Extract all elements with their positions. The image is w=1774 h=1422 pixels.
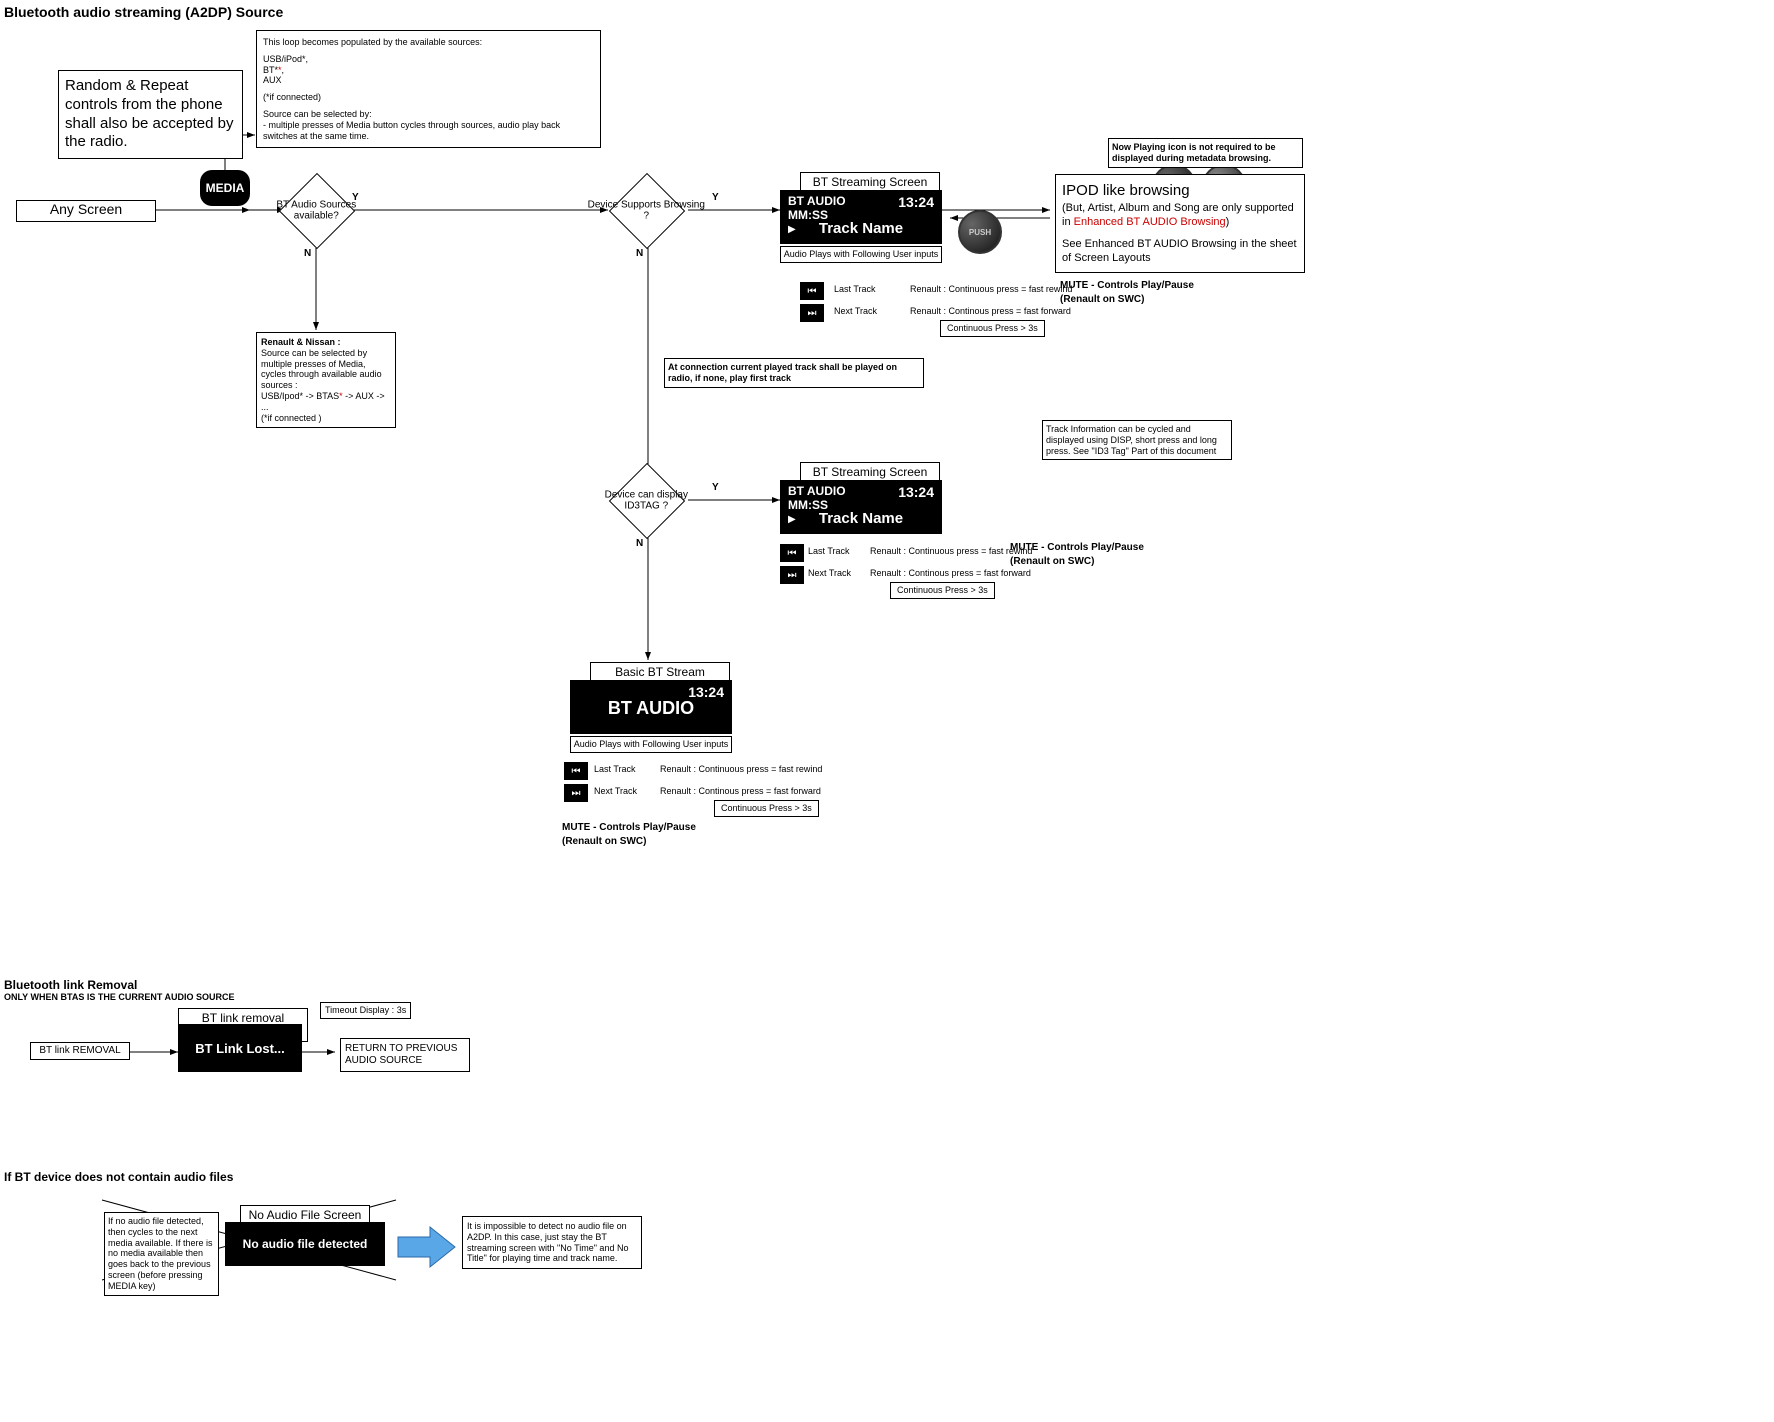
note-track-info: Track Information can be cycled and disp…: [1042, 420, 1232, 460]
label-y: Y: [712, 482, 719, 494]
text: BT AUDIO: [578, 698, 724, 719]
next-track-icon[interactable]: ⏭: [800, 304, 824, 322]
note-connection: At connection current played track shall…: [664, 358, 924, 388]
clock: 13:24: [898, 484, 934, 500]
label-last-track: Last Track: [834, 284, 876, 295]
text: Track Name: [788, 510, 934, 527]
note-renault-nissan: Renault & Nissan : Source can be selecte…: [256, 332, 396, 428]
no-audio-title: If BT device does not contain audio file…: [4, 1170, 233, 1184]
note-random-repeat: Random & Repeat controls from the phone …: [58, 70, 243, 159]
text: (But, Artist, Album and Song are only su…: [1062, 201, 1298, 215]
removal-sub: ONLY WHEN BTAS IS THE CURRENT AUDIO SOUR…: [4, 992, 235, 1003]
no-audio-screen: No audio file detected: [225, 1222, 385, 1266]
label-next-track: Next Track: [834, 306, 877, 317]
prev-track-icon[interactable]: ⏮: [800, 282, 824, 300]
label-last-track: Last Track: [808, 546, 850, 557]
mute-note-sub: (Renault on SWC): [1010, 556, 1094, 568]
prev-track-icon[interactable]: ⏮: [564, 762, 588, 780]
label-next-track: Next Track: [594, 786, 637, 797]
text: See Enhanced BT AUDIO Browsing in the sh…: [1062, 237, 1298, 266]
text: (*if connected): [263, 92, 594, 103]
audio-plays-note: Audio Plays with Following User inputs: [780, 246, 942, 263]
text: Renault : Continuous press = fast rewind: [910, 284, 1072, 295]
mute-note: MUTE - Controls Play/Pause: [562, 822, 696, 834]
decision-browse: Device Supports Browsing ?: [609, 173, 685, 249]
label-last-track: Last Track: [594, 764, 636, 775]
text: USB/Ipod* -> BTAS* -> AUX -> ...: [261, 391, 391, 413]
decision-bt-audio: BT Audio Sources available?: [279, 173, 355, 249]
node-any-screen: Any Screen: [16, 200, 156, 222]
text: USB/iPod*,: [263, 54, 594, 65]
text: (*if connected ): [261, 413, 391, 424]
note-cont-press: Continuous Press > 3s: [940, 320, 1045, 337]
push-button-icon[interactable]: PUSH: [958, 210, 1002, 254]
label-n: N: [304, 248, 311, 260]
mute-note: MUTE - Controls Play/Pause: [1010, 542, 1144, 554]
clock: 13:24: [898, 194, 934, 210]
text: Renault : Continuous press = fast rewind: [870, 546, 1032, 557]
timeout-note: Timeout Display : 3s: [320, 1002, 411, 1019]
text: Renault & Nissan :: [261, 337, 391, 348]
text: This loop becomes populated by the avail…: [263, 37, 594, 48]
text: Renault : Continous press = fast forward: [660, 786, 821, 797]
clock: 13:24: [688, 684, 724, 700]
label-y: Y: [352, 192, 359, 204]
note-cont-press: Continuous Press > 3s: [890, 582, 995, 599]
label-next-track: Next Track: [808, 568, 851, 579]
media-button[interactable]: MEDIA: [200, 170, 250, 206]
text: AUX: [263, 75, 594, 86]
removal-title: Bluetooth link Removal: [4, 978, 137, 992]
mute-note-sub: (Renault on SWC): [1060, 294, 1144, 306]
decision-label: Device Supports Browsing ?: [586, 199, 706, 221]
node-return-prev: RETURN TO PREVIOUS AUDIO SOURCE: [340, 1038, 470, 1072]
note-now-playing: Now Playing icon is not required to be d…: [1108, 138, 1303, 168]
label-n: N: [636, 248, 643, 260]
next-track-icon[interactable]: ⏭: [564, 784, 588, 802]
text: Source can be selected by:: [263, 109, 594, 120]
next-track-icon[interactable]: ⏭: [780, 566, 804, 584]
removal-screen: BT Link Lost...: [178, 1024, 302, 1072]
text: Renault : Continous press = fast forward: [870, 568, 1031, 579]
ipod-title: IPOD like browsing: [1062, 181, 1298, 201]
decision-label: Device can display ID3TAG ?: [586, 489, 706, 511]
text: Source can be selected by multiple press…: [261, 348, 391, 391]
text: Renault : Continous press = fast forward: [910, 306, 1071, 317]
label-n: N: [636, 538, 643, 550]
mute-note-sub: (Renault on SWC): [562, 836, 646, 848]
text: Renault : Continuous press = fast rewind: [660, 764, 822, 775]
screen3: 13:24 BT AUDIO: [570, 680, 732, 734]
screen2: BT AUDIO MM:SS 13:24 ▶ Track Name: [780, 480, 942, 534]
screen1-track: Track Name: [788, 220, 934, 237]
note-loop-sources: This loop becomes populated by the avail…: [256, 30, 601, 148]
audio-plays-note: Audio Plays with Following User inputs: [570, 736, 732, 753]
screen1: BT AUDIO MM:SS 13:24 ▶ Track Name: [780, 190, 942, 244]
prev-track-icon[interactable]: ⏮: [780, 544, 804, 562]
no-audio-explain: It is impossible to detect no audio file…: [462, 1216, 642, 1269]
page-title: Bluetooth audio streaming (A2DP) Source: [4, 4, 283, 20]
mute-note: MUTE - Controls Play/Pause: [1060, 280, 1194, 292]
play-icon: ▶: [788, 224, 796, 235]
label-y: Y: [712, 192, 719, 204]
text: - multiple presses of Media button cycle…: [263, 120, 594, 142]
screen1-title: BT Streaming Screen: [800, 172, 940, 192]
decision-id3: Device can display ID3TAG ?: [609, 463, 685, 539]
ipod-box: IPOD like browsing (But, Artist, Album a…: [1055, 174, 1305, 273]
text: in Enhanced BT AUDIO Browsing): [1062, 215, 1298, 229]
no-audio-note: If no audio file detected, then cycles t…: [104, 1212, 219, 1296]
note-cont-press: Continuous Press > 3s: [714, 800, 819, 817]
play-icon: ▶: [788, 514, 796, 525]
screen2-title: BT Streaming Screen: [800, 462, 940, 482]
node-bt-link-removal: BT link REMOVAL: [30, 1042, 130, 1060]
text: BT**,: [263, 65, 594, 76]
